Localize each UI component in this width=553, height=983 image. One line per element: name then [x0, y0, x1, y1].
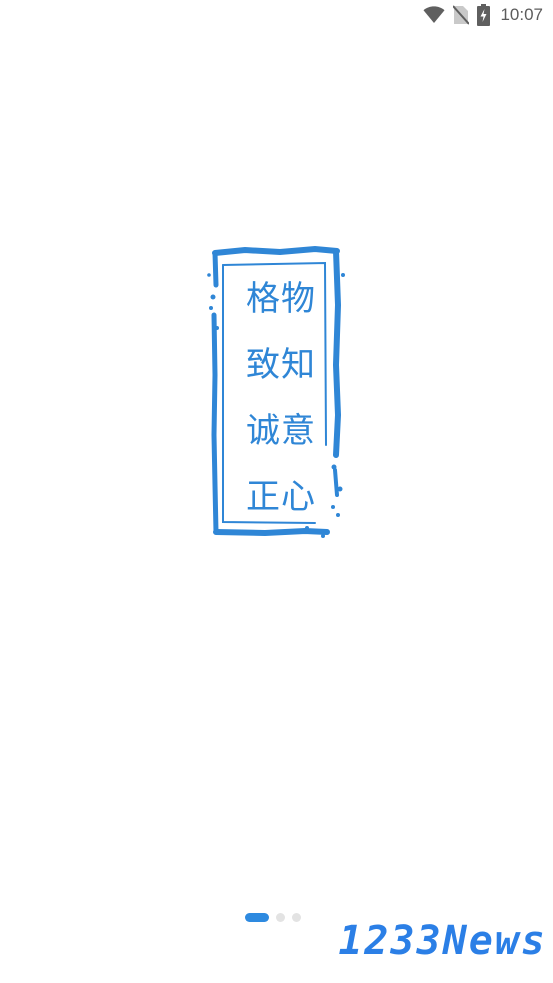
status-time: 10:07: [500, 5, 543, 24]
page-dot-1[interactable]: [245, 913, 269, 922]
wifi-icon: [423, 6, 445, 24]
status-bar: 10:07: [0, 0, 553, 30]
battery-charging-icon: [477, 4, 491, 26]
page-indicator: [245, 913, 301, 922]
seal-line-1: 格物: [246, 279, 316, 319]
no-sim-icon: [453, 5, 470, 25]
page-dot-2[interactable]: [276, 913, 285, 922]
seal-text: 格物 致知 诚意 正心: [241, 275, 321, 521]
status-icons: 10:07: [423, 4, 543, 26]
seal-line-3: 诚意: [246, 411, 316, 451]
watermark: 1233News: [338, 918, 547, 964]
seal-line-4: 正心: [246, 477, 316, 517]
seal-stamp: 格物 致知 诚意 正心: [205, 245, 347, 543]
seal-line-2: 致知: [246, 345, 316, 385]
page-dot-3[interactable]: [292, 913, 301, 922]
